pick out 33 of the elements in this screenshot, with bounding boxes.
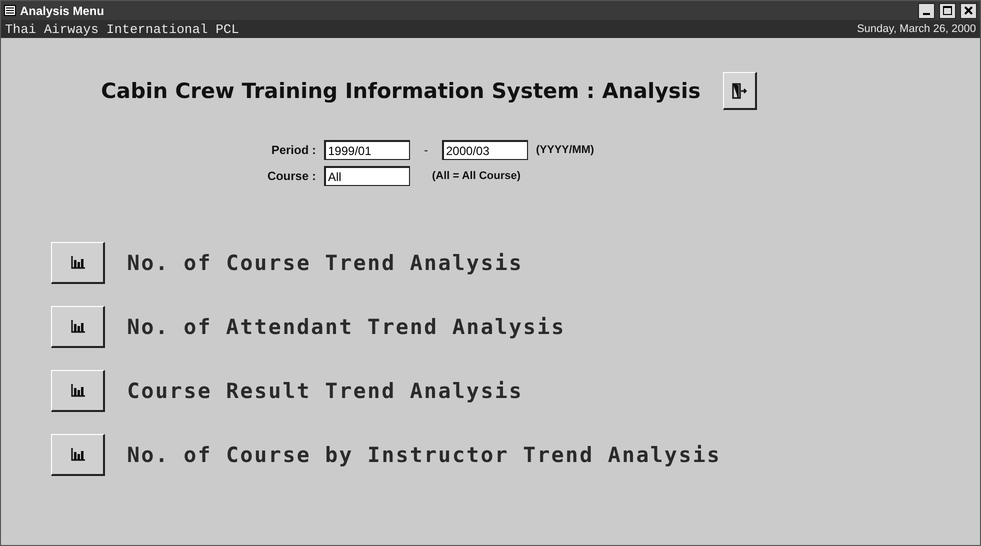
- company-name: Thai Airways International PCL: [5, 22, 240, 36]
- maximize-icon: [943, 6, 952, 15]
- period-label: Period :: [270, 143, 316, 157]
- maximize-button[interactable]: [939, 2, 956, 18]
- course-field[interactable]: All: [324, 166, 410, 186]
- date-label: Sunday, March 26, 2000: [856, 23, 976, 35]
- form-icon: [4, 5, 16, 16]
- chart-button[interactable]: [51, 242, 105, 284]
- minimize-icon: [923, 12, 930, 14]
- menu-label: No. of Attendant Trend Analysis: [127, 315, 566, 339]
- form-heading: Cabin Crew Training Information System : Analysis: [101, 79, 701, 103]
- range-separator: -: [423, 143, 429, 157]
- window-title: Analysis Menu: [20, 4, 106, 18]
- bar-chart-icon: [70, 448, 84, 461]
- period-format-hint: (YYYY/MM): [536, 144, 594, 156]
- bar-chart-icon: [70, 384, 84, 397]
- exit-door-icon: [731, 82, 748, 98]
- chart-button[interactable]: [51, 370, 105, 412]
- chart-button[interactable]: [51, 306, 105, 348]
- chart-button[interactable]: [51, 434, 105, 476]
- close-button[interactable]: [960, 2, 977, 18]
- period-to-field[interactable]: 2000/03: [442, 140, 528, 160]
- bar-chart-icon: [70, 256, 84, 269]
- menu-label: No. of Course by Instructor Trend Analysis: [127, 443, 722, 467]
- minimize-button[interactable]: [918, 2, 935, 18]
- menu-label: No. of Course Trend Analysis: [127, 251, 524, 275]
- menu-label: Course Result Trend Analysis: [127, 379, 524, 403]
- close-icon: [964, 6, 973, 15]
- bar-chart-icon: [70, 320, 84, 333]
- course-hint: (All = All Course): [432, 170, 521, 182]
- exit-button[interactable]: [722, 72, 757, 110]
- course-label: Course :: [266, 169, 316, 183]
- period-from-field[interactable]: 1999/01: [324, 140, 410, 160]
